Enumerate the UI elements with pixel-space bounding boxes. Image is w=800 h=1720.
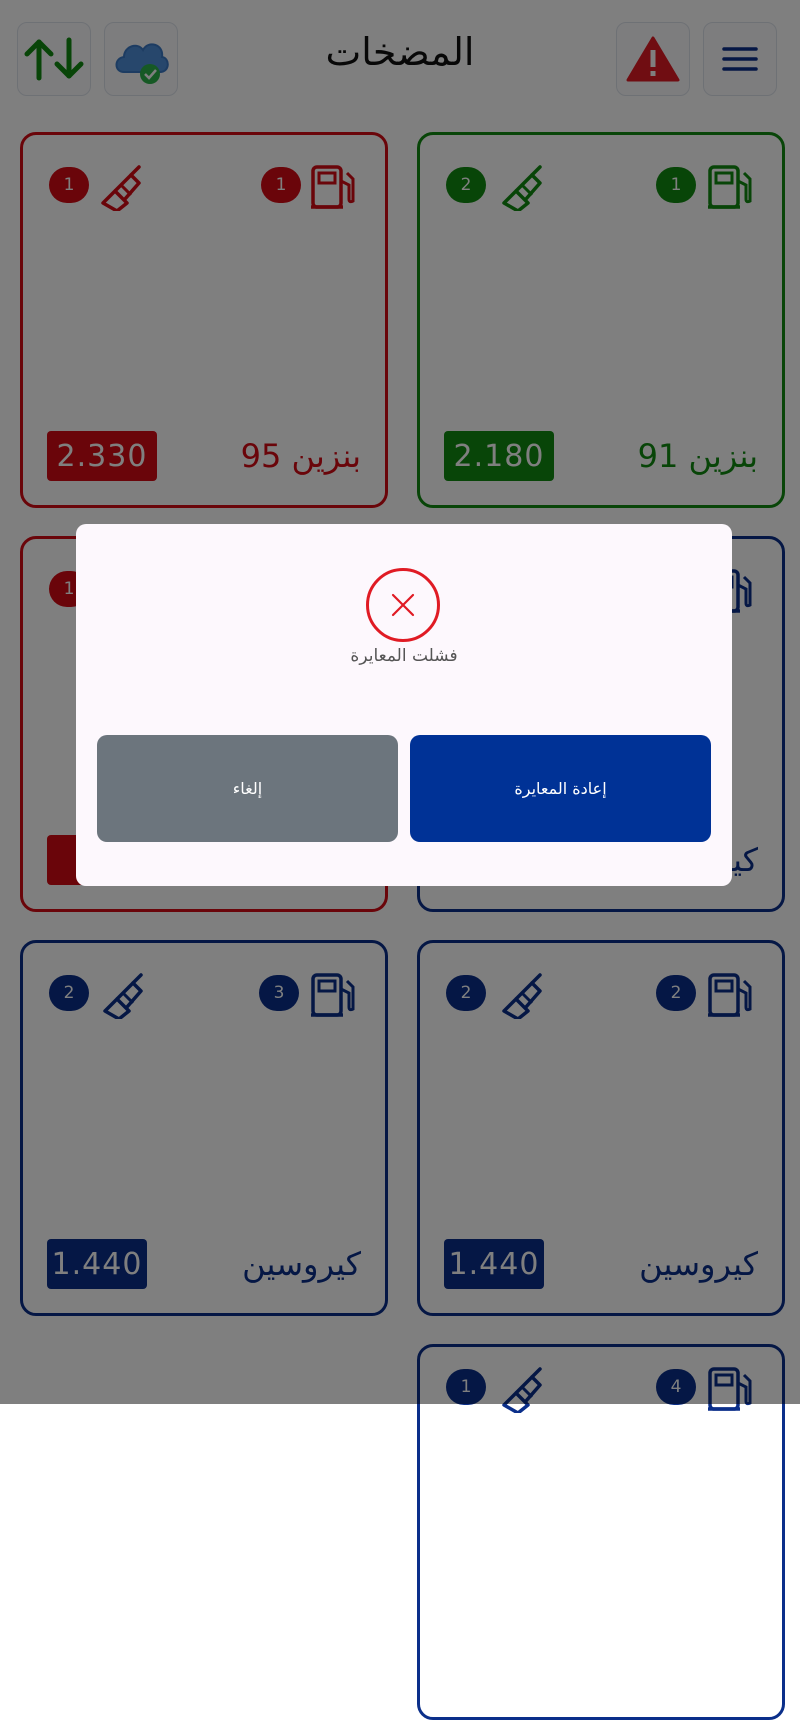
cancel-button[interactable]: إلغاء [97, 735, 398, 842]
error-message: فشلت المعايرة [350, 646, 458, 666]
calibration-error-dialog: فشلت المعايرة إلغاء إعادة المعايرة [76, 524, 732, 886]
close-icon [391, 593, 415, 617]
error-indicator [366, 568, 440, 642]
retry-calibration-button[interactable]: إعادة المعايرة [410, 735, 711, 842]
